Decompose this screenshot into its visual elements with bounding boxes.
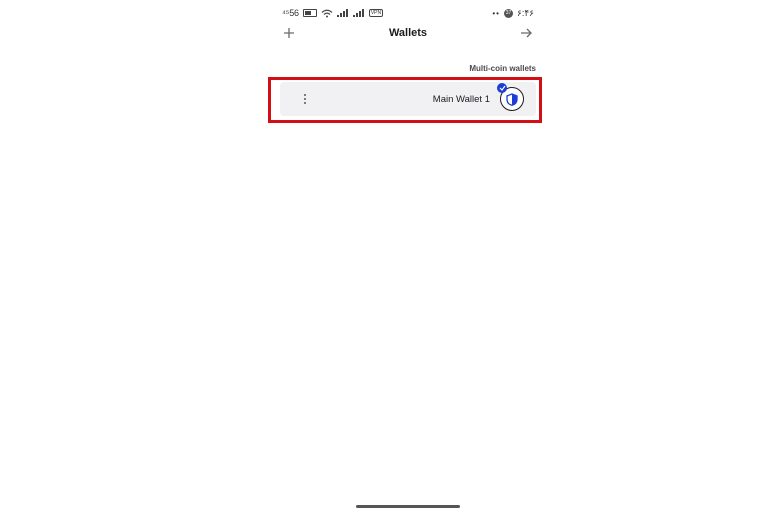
wallet-info: Main Wallet 1 [432, 83, 524, 111]
add-wallet-button[interactable] [278, 22, 300, 44]
status-bar: ⁴⁵56 VPN •• 37 ۶:۴۶ [282, 6, 534, 20]
plus-icon [284, 28, 294, 38]
clock-badge: 37 [503, 8, 513, 18]
selected-badge [497, 83, 507, 93]
check-icon [499, 85, 505, 91]
signal-icon [336, 9, 348, 17]
signal-icon-2 [352, 9, 364, 17]
wallet-row[interactable]: Main Wallet 1 [280, 82, 536, 116]
battery-icon [302, 9, 317, 17]
network-type: ⁴⁵56 [282, 8, 299, 18]
shield-icon [506, 92, 518, 106]
vpn-badge: VPN [368, 9, 384, 17]
home-indicator[interactable] [356, 505, 460, 508]
section-label-multi-coin: Multi-coin wallets [469, 64, 536, 73]
app-bar: Wallets [278, 22, 538, 44]
kebab-menu-icon[interactable] [302, 94, 308, 104]
page-title: Wallets [388, 27, 428, 39]
arrow-right-icon [521, 28, 533, 38]
phone-screen: ⁴⁵56 VPN •• 37 ۶:۴۶ Wallets Multi-coin w… [268, 0, 548, 512]
wallet-avatar [497, 83, 524, 111]
wallet-name: Main Wallet 1 [432, 93, 490, 105]
wifi-icon [321, 9, 333, 17]
status-time: ۶:۴۶ [516, 7, 534, 18]
status-left: ⁴⁵56 VPN [282, 8, 384, 18]
status-right: •• 37 ۶:۴۶ [492, 8, 534, 19]
screen: ⁴⁵56 VPN •• 37 ۶:۴۶ Wallets Multi-coin w… [0, 0, 768, 512]
forward-button[interactable] [516, 22, 538, 44]
notification-dots: •• [492, 8, 500, 18]
